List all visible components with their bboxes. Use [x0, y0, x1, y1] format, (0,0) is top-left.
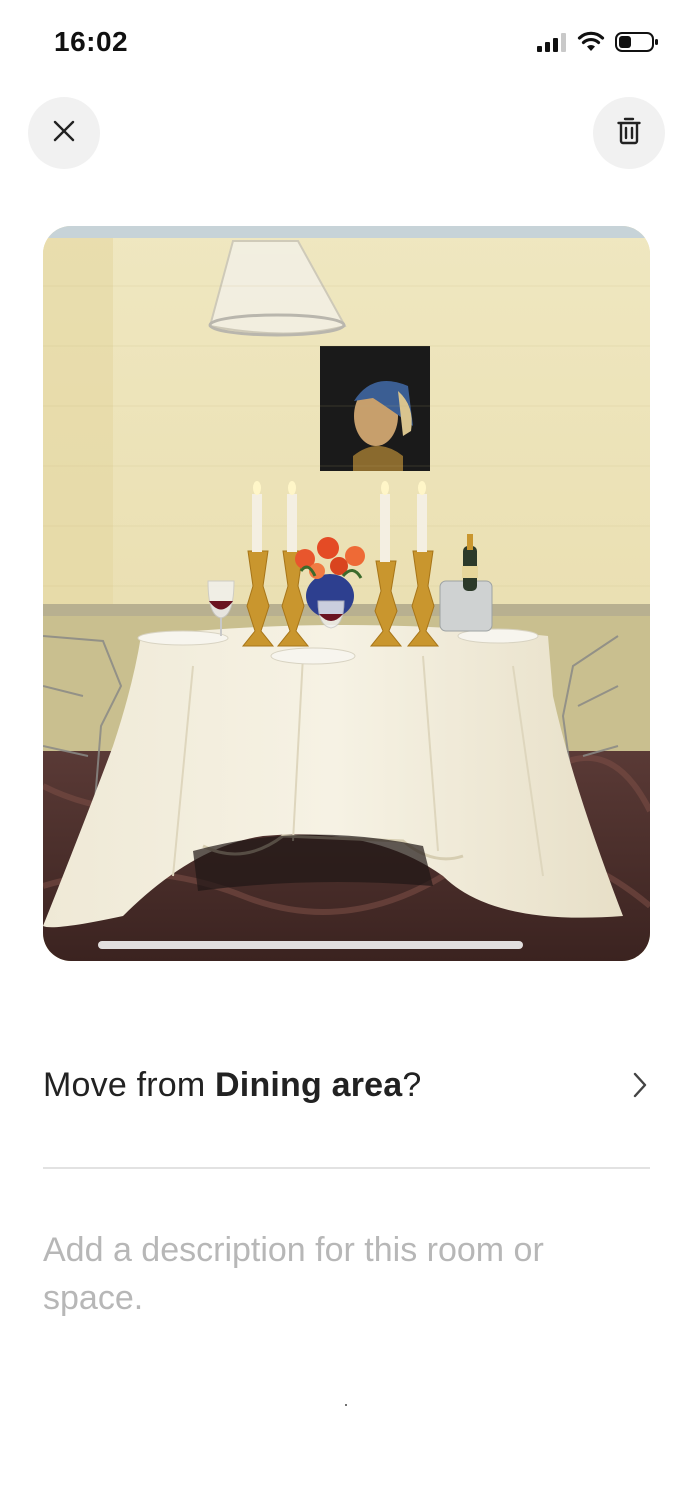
description-input[interactable]: Add a description for this room or space…: [43, 1226, 603, 1322]
battery-icon: [615, 31, 659, 58]
divider: [43, 1167, 650, 1169]
status-icons: [537, 31, 659, 58]
close-button[interactable]: [28, 97, 100, 169]
delete-button[interactable]: [593, 97, 665, 169]
signal-icon: [537, 32, 567, 57]
move-prefix: Move from: [43, 1065, 216, 1104]
chevron-right-icon: [626, 1065, 654, 1105]
close-icon: [53, 120, 75, 147]
move-room-label: Move from Dining area?: [43, 1066, 422, 1105]
wifi-icon: [577, 31, 605, 58]
move-room-row[interactable]: Move from Dining area?: [43, 1050, 650, 1120]
status-time: 16:02: [54, 26, 129, 57]
trash-icon: [617, 117, 641, 150]
current-room-name: Dining area: [215, 1065, 403, 1104]
move-suffix: ?: [402, 1065, 422, 1104]
status-bar: 16:02: [0, 0, 693, 88]
home-indicator-dot: [345, 1404, 347, 1406]
dining-room-photo[interactable]: [43, 226, 650, 961]
photo-detail-screen: 16:02 Move from Dining area? Add a descr…: [0, 0, 693, 1500]
